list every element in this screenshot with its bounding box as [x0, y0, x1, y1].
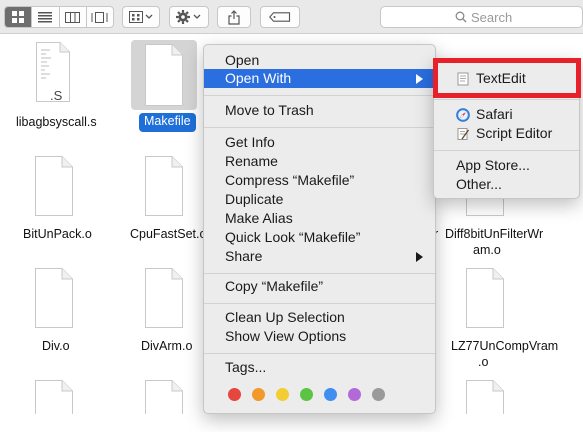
file-name: CpuFastSet.o — [130, 227, 207, 241]
share-button[interactable] — [217, 6, 251, 28]
document-icon[interactable] — [145, 380, 185, 432]
tag-orange-dot[interactable] — [252, 388, 265, 401]
menu-item-label: Compress “Makefile” — [225, 172, 355, 188]
submenu-item-label: Other... — [456, 176, 502, 192]
document-icon — [145, 44, 185, 106]
menu-separator — [434, 99, 579, 100]
menu-item-label: Share — [225, 248, 263, 264]
gallery-view-icon — [91, 11, 108, 23]
menu-item-label: Get Info — [225, 134, 275, 150]
menu-item-get-info[interactable]: Get Info — [204, 133, 435, 152]
menu-item-show-view-options[interactable]: Show View Options — [204, 327, 435, 346]
submenu-item-safari[interactable]: Safari — [434, 105, 579, 124]
file-name: Diff8bitUnFilterWr — [445, 227, 544, 241]
menu-item-tags[interactable]: Tags... — [204, 358, 435, 377]
menu-item-label: Open With — [225, 70, 292, 86]
menu-item-open-with[interactable]: Open With — [204, 69, 435, 88]
document-icon — [466, 268, 506, 328]
submenu-item-label: App Store... — [456, 157, 530, 173]
action-menu-button[interactable] — [169, 6, 209, 28]
annotation-highlight-box — [433, 58, 581, 98]
safari-icon — [456, 107, 470, 122]
submenu-item-app-store[interactable]: App Store... — [434, 156, 579, 175]
menu-separator — [434, 150, 579, 151]
document-icon — [35, 156, 75, 216]
search-field[interactable]: Search — [380, 6, 583, 28]
file-name: BitUnPack.o — [23, 227, 92, 241]
menu-separator — [204, 127, 435, 128]
menu-item-label: Clean Up Selection — [225, 309, 345, 325]
share-icon — [228, 9, 240, 25]
icon-view-button[interactable] — [5, 7, 33, 27]
file-name: libagbsyscall.s — [16, 115, 97, 129]
submenu-item-other[interactable]: Other... — [434, 175, 579, 194]
tag-purple-dot[interactable] — [348, 388, 361, 401]
file-name: Div.o — [42, 339, 70, 353]
document-icon[interactable] — [35, 380, 75, 432]
tag-green-dot[interactable] — [300, 388, 313, 401]
search-placeholder: Search — [471, 9, 513, 25]
submenu-item-label: Script Editor — [476, 125, 553, 141]
menu-item-move-to-trash[interactable]: Move to Trash — [204, 101, 435, 120]
tag-icon — [269, 12, 291, 22]
menu-item-label: Copy “Makefile” — [225, 278, 324, 294]
icon-view-icon — [12, 11, 25, 23]
arrange-grid-icon — [129, 11, 153, 23]
edit-tags-button[interactable] — [260, 6, 300, 28]
tag-red-dot[interactable] — [228, 388, 241, 401]
view-mode-segmented-control — [4, 6, 114, 28]
submenu-item-label: Safari — [476, 106, 513, 122]
list-view-icon — [38, 11, 53, 22]
file-name-line2: .o — [478, 355, 489, 369]
group-by-button[interactable] — [122, 6, 160, 28]
script-editor-icon — [457, 127, 470, 140]
context-menu: Open Open With Move to Trash Get Info Re… — [203, 44, 436, 414]
gallery-view-button[interactable] — [87, 7, 113, 27]
file-name: LZ77UnCompVram — [451, 339, 559, 353]
source-file-icon — [36, 42, 76, 102]
menu-item-label: Rename — [225, 153, 278, 169]
menu-item-share[interactable]: Share — [204, 247, 435, 266]
menu-separator — [204, 303, 435, 304]
list-view-button[interactable] — [32, 7, 60, 27]
tag-gray-dot[interactable] — [372, 388, 385, 401]
tag-yellow-dot[interactable] — [276, 388, 289, 401]
menu-item-label: Make Alias — [225, 210, 293, 226]
file-name: DivArm.o — [141, 339, 193, 353]
menu-item-clean-up[interactable]: Clean Up Selection — [204, 308, 435, 327]
search-icon — [455, 11, 467, 23]
finder-toolbar: Search — [0, 0, 583, 34]
menu-item-label: Move to Trash — [225, 102, 314, 118]
menu-separator — [204, 273, 435, 274]
menu-separator — [204, 353, 435, 354]
menu-separator — [204, 95, 435, 96]
file-name-line2: am.o — [473, 243, 501, 257]
menu-item-label: Show View Options — [225, 328, 347, 344]
document-icon — [145, 156, 185, 216]
submenu-arrow-icon — [416, 252, 423, 262]
submenu-item-script-editor[interactable]: Script Editor — [434, 124, 579, 143]
menu-item-label: Quick Look “Makefile” — [225, 229, 361, 245]
document-icon[interactable] — [466, 380, 506, 432]
column-view-button[interactable] — [60, 7, 87, 27]
menu-item-compress[interactable]: Compress “Makefile” — [204, 171, 435, 190]
menu-item-quick-look[interactable]: Quick Look “Makefile” — [204, 228, 435, 247]
menu-item-label: Open — [225, 52, 260, 68]
menu-item-open[interactable]: Open — [204, 51, 435, 70]
tag-blue-dot[interactable] — [324, 388, 337, 401]
selected-file-name[interactable]: Makefile — [139, 113, 196, 132]
document-icon — [145, 268, 185, 328]
submenu-arrow-icon — [416, 74, 423, 84]
gear-icon — [176, 10, 201, 24]
menu-item-copy[interactable]: Copy “Makefile” — [204, 277, 435, 296]
menu-item-label: Duplicate — [225, 191, 284, 207]
document-icon — [35, 268, 75, 328]
menu-item-make-alias[interactable]: Make Alias — [204, 209, 435, 228]
menu-item-label: Tags... — [225, 359, 267, 375]
file-extension-label: .S — [50, 88, 63, 103]
column-view-icon — [65, 11, 81, 23]
menu-item-duplicate[interactable]: Duplicate — [204, 190, 435, 209]
menu-item-rename[interactable]: Rename — [204, 152, 435, 171]
